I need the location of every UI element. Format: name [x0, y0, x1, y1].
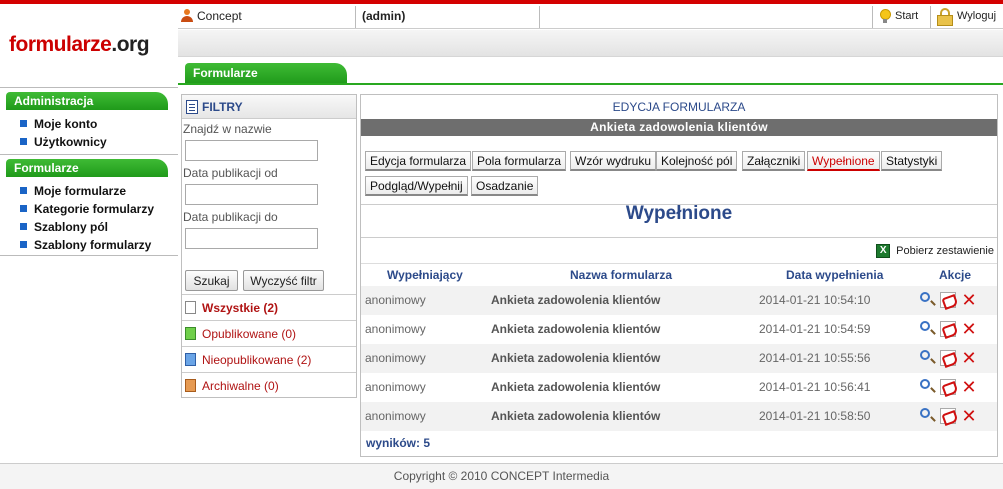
- excel-icon: X: [876, 244, 891, 258]
- date-to-input[interactable]: [185, 228, 318, 249]
- view-icon[interactable]: [920, 408, 930, 418]
- user-role: (admin): [362, 9, 406, 23]
- delete-icon[interactable]: ✕: [961, 407, 977, 425]
- logout-link[interactable]: Wyloguj: [931, 4, 1003, 28]
- bullet-icon: [20, 138, 27, 145]
- pdf-icon[interactable]: [940, 292, 956, 308]
- column-header-date[interactable]: Data wypełnienia: [786, 268, 883, 282]
- result-count: wyników: 5: [366, 436, 431, 450]
- top-bar: Concept (admin) Start Wyloguj: [178, 4, 1003, 29]
- tab-osadzanie[interactable]: Osadzanie: [471, 176, 539, 196]
- table-row: anonimowy Ankieta zadowolenia klientów 2…: [361, 402, 997, 431]
- table-row: anonimowy Ankieta zadowolenia klientów 2…: [365, 319, 977, 339]
- download-row: X Pobierz zestawienie: [361, 237, 997, 264]
- filter-icon: [186, 100, 198, 114]
- subtabs: Edycja formularza Pola formularza Wzór w…: [361, 137, 997, 205]
- date-to-label: Data publikacji do: [183, 210, 278, 224]
- bullet-icon: [20, 241, 27, 248]
- start-link[interactable]: Start: [873, 4, 927, 28]
- tab-pola-formularza[interactable]: Pola formularza: [472, 151, 567, 171]
- user-info: Concept: [178, 4, 355, 28]
- bullet-icon: [20, 187, 27, 194]
- divider: [539, 6, 540, 28]
- view-icon[interactable]: [920, 350, 930, 360]
- user-icon: [181, 9, 193, 22]
- name-filter-label: Znajdź w nazwie: [183, 122, 272, 136]
- divider: [0, 87, 178, 88]
- sidebar-section-formularze: Formularze: [6, 159, 168, 177]
- sidebar-item-szablony-formularzy[interactable]: Szablony formularzy: [20, 237, 151, 253]
- tab-edycja-formularza[interactable]: Edycja formularza: [365, 151, 472, 171]
- panel-title: EDYCJA FORMULARZA: [612, 100, 746, 114]
- sidebar-section-administracja: Administracja: [6, 92, 168, 110]
- sidebar-item-szablony-pol[interactable]: Szablony pól: [20, 219, 108, 235]
- sidebar-item-moje-konto[interactable]: Moje konto: [20, 116, 97, 132]
- tab-statystyki[interactable]: Statystyki: [881, 151, 943, 171]
- name-filter-input[interactable]: [185, 140, 318, 161]
- delete-icon[interactable]: ✕: [961, 349, 977, 367]
- tab-podglad-wypelnij[interactable]: Podgląd/Wypełnij: [365, 176, 468, 196]
- view-icon[interactable]: [920, 321, 930, 331]
- tab-wzor-wydruku[interactable]: Wzór wydruku: [570, 151, 657, 171]
- tab-wypelnione[interactable]: Wypełnione: [807, 151, 880, 171]
- sidebar-item-moje-formularze[interactable]: Moje formularze: [20, 183, 126, 199]
- lock-icon: [937, 8, 953, 26]
- column-header-user[interactable]: Wypełniający: [387, 268, 463, 282]
- pdf-icon[interactable]: [940, 379, 956, 395]
- tab-zalaczniki[interactable]: Załączniki: [742, 151, 806, 171]
- filters-header: FILTRY: [182, 95, 356, 119]
- column-header-actions: Akcje: [939, 268, 972, 282]
- footer-copyright: Copyright © 2010 CONCEPT Intermedia: [0, 463, 1003, 489]
- bulb-icon: [880, 9, 891, 23]
- delete-icon[interactable]: ✕: [961, 378, 977, 396]
- filter-item-nieopublikowane[interactable]: Nieopublikowane (2): [182, 346, 356, 372]
- date-from-label: Data publikacji od: [183, 166, 278, 180]
- download-report-link[interactable]: X Pobierz zestawienie: [876, 243, 994, 259]
- date-from-input[interactable]: [185, 184, 318, 205]
- delete-icon[interactable]: ✕: [961, 291, 977, 309]
- main-panel: EDYCJA FORMULARZA Ankieta zadowolenia kl…: [360, 94, 998, 457]
- archive-icon: [185, 379, 196, 392]
- filter-item-archiwalne[interactable]: Archiwalne (0): [182, 372, 356, 398]
- pdf-icon[interactable]: [940, 350, 956, 366]
- bullet-icon: [20, 120, 27, 127]
- user-name: Concept: [197, 9, 242, 23]
- table-row: anonimowy Ankieta zadowolenia klientów 2…: [361, 344, 997, 373]
- divider: [355, 6, 356, 28]
- pdf-icon[interactable]: [940, 321, 956, 337]
- view-icon[interactable]: [920, 292, 930, 302]
- filter-item-opublikowane[interactable]: Opublikowane (0): [182, 320, 356, 346]
- clear-filter-button[interactable]: Wyczyść filtr: [243, 270, 324, 291]
- bullet-icon: [20, 205, 27, 212]
- filters-panel: FILTRY Znajdź w nazwie Data publikacji o…: [181, 94, 357, 398]
- section-heading: Wypełnione: [625, 203, 733, 224]
- form-name-bar: Ankieta zadowolenia klientów: [361, 119, 997, 136]
- tab-kolejnosc-pol[interactable]: Kolejność pól: [656, 151, 738, 171]
- divider: [0, 255, 178, 256]
- table-row: anonimowy Ankieta zadowolenia klientów 2…: [365, 377, 977, 397]
- sidebar-item-uzytkownicy[interactable]: Użytkownicy: [20, 134, 107, 150]
- table-row: anonimowy Ankieta zadowolenia klientów 2…: [361, 286, 997, 315]
- pdf-icon[interactable]: [940, 408, 956, 424]
- gray-bar: [178, 30, 1003, 57]
- divider: [0, 154, 178, 155]
- document-icon: [185, 301, 196, 314]
- unpublished-icon: [185, 353, 196, 366]
- tab-formularze[interactable]: Formularze: [185, 63, 347, 84]
- delete-icon[interactable]: ✕: [961, 320, 977, 338]
- logo[interactable]: formularze.org: [9, 33, 150, 57]
- column-header-form[interactable]: Nazwa formularza: [570, 268, 672, 282]
- tab-underline: [178, 83, 1003, 85]
- filter-item-wszystkie[interactable]: Wszystkie (2): [182, 294, 356, 320]
- view-icon[interactable]: [920, 379, 930, 389]
- sidebar-item-kategorie-formularzy[interactable]: Kategorie formularzy: [20, 201, 154, 217]
- published-icon: [185, 327, 196, 340]
- bullet-icon: [20, 223, 27, 230]
- search-button[interactable]: Szukaj: [185, 270, 238, 291]
